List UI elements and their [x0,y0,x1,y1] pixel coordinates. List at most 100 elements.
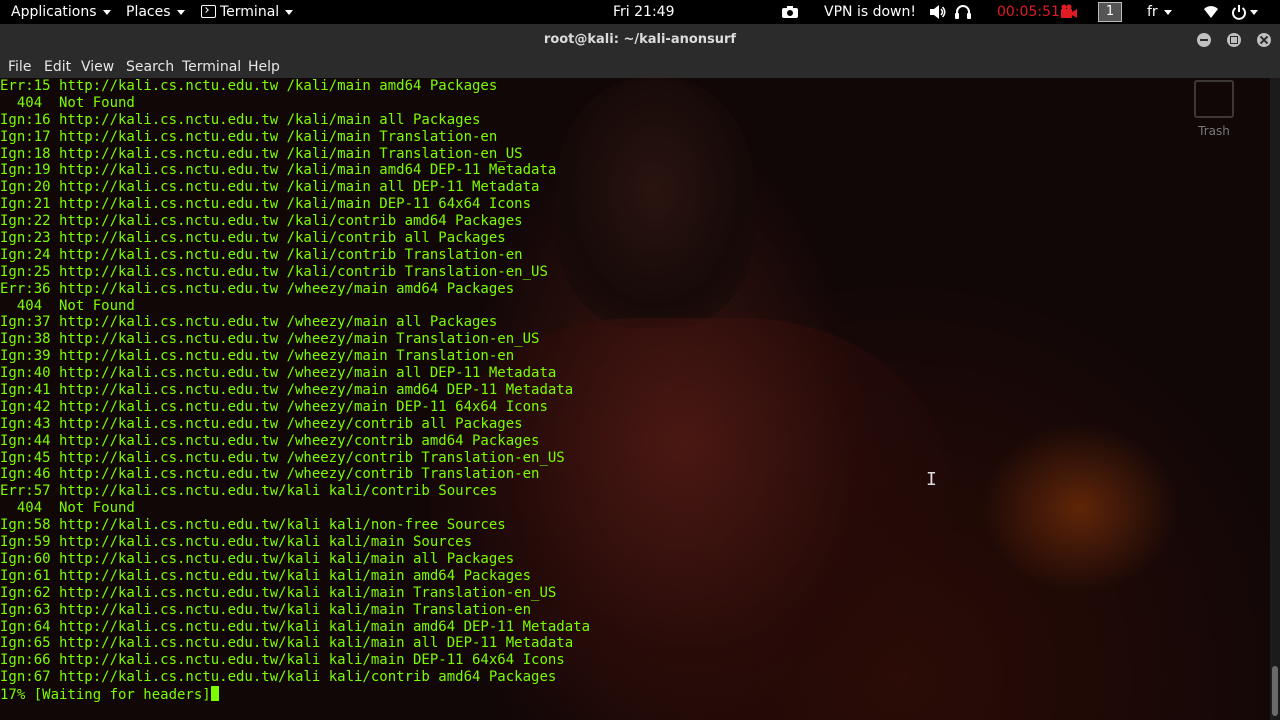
terminal-line-text: 404 Not Found [0,500,135,517]
menu-edit[interactable]: Edit [44,56,71,78]
chevron-down-icon [176,9,185,15]
terminal-line: Ign:25 http://kali.cs.nctu.edu.tw /kali/… [0,264,590,281]
trash-icon [1194,80,1234,118]
terminal-line-text: 17% [Waiting for headers] [0,687,211,704]
terminal-line: Ign:59 http://kali.cs.nctu.edu.tw/kali k… [0,534,590,551]
terminal-line-text: Ign:25 http://kali.cs.nctu.edu.tw /kali/… [0,263,548,280]
terminal-line: Ign:42 http://kali.cs.nctu.edu.tw /wheez… [0,399,590,416]
scrollbar[interactable] [1270,78,1280,720]
terminal-line-text: Ign:16 http://kali.cs.nctu.edu.tw /kali/… [0,111,481,128]
wifi-icon[interactable] [1203,0,1219,24]
terminal-line-text: Ign:41 http://kali.cs.nctu.edu.tw /wheez… [0,382,574,399]
terminal-line: 404 Not Found [0,95,590,112]
minimize-button[interactable] [1197,33,1211,47]
menu-terminal[interactable]: Terminal [182,56,241,78]
terminal-line-text: Ign:46 http://kali.cs.nctu.edu.tw /wheez… [0,466,540,483]
terminal-line: 404 Not Found [0,298,590,315]
terminal-line: Ign:62 http://kali.cs.nctu.edu.tw/kali k… [0,585,590,602]
terminal-line: Ign:67 http://kali.cs.nctu.edu.tw/kali k… [0,669,590,686]
terminal-line: Ign:40 http://kali.cs.nctu.edu.tw /wheez… [0,365,590,382]
menu-file[interactable]: File [8,56,31,78]
record-camera-icon[interactable] [1060,0,1078,24]
power-menu[interactable] [1231,0,1258,24]
terminal-cursor [210,686,219,702]
keyboard-layout[interactable]: fr [1147,0,1172,24]
terminal-line-text: Ign:39 http://kali.cs.nctu.edu.tw /wheez… [0,348,515,365]
terminal-line: Ign:16 http://kali.cs.nctu.edu.tw /kali/… [0,112,590,129]
terminal-line-text: Ign:58 http://kali.cs.nctu.edu.tw/kali k… [0,517,506,534]
terminal-line: Ign:58 http://kali.cs.nctu.edu.tw/kali k… [0,517,590,534]
text-cursor-icon: I [926,469,937,490]
terminal-output[interactable]: Trash Err:15 http://kali.cs.nctu.edu.tw … [0,78,1270,720]
terminal-line: Err:15 http://kali.cs.nctu.edu.tw /kali/… [0,78,590,95]
terminal-line-text: Ign:63 http://kali.cs.nctu.edu.tw/kali k… [0,601,532,618]
terminal-line: Ign:19 http://kali.cs.nctu.edu.tw /kali/… [0,162,590,179]
terminal-line-text: Ign:62 http://kali.cs.nctu.edu.tw/kali k… [0,584,557,601]
terminal-line: Ign:44 http://kali.cs.nctu.edu.tw /wheez… [0,433,590,450]
terminal-lines: Err:15 http://kali.cs.nctu.edu.tw /kali/… [0,78,590,703]
camera-icon[interactable] [781,0,799,24]
terminal-line-text: Ign:18 http://kali.cs.nctu.edu.tw /kali/… [0,145,523,162]
terminal-line-text: Ign:24 http://kali.cs.nctu.edu.tw /kali/… [0,246,523,263]
terminal-line-text: Ign:43 http://kali.cs.nctu.edu.tw /wheez… [0,415,523,432]
terminal-line: Ign:37 http://kali.cs.nctu.edu.tw /wheez… [0,314,590,331]
terminal-line: Ign:21 http://kali.cs.nctu.edu.tw /kali/… [0,196,590,213]
top-panel: Applications Places Terminal Fri 21:49 V… [0,0,1280,24]
terminal-line-text: Ign:40 http://kali.cs.nctu.edu.tw /wheez… [0,365,557,382]
terminal-app-menu[interactable]: Terminal [201,0,294,24]
terminal-line: Ign:20 http://kali.cs.nctu.edu.tw /kali/… [0,179,590,196]
menu-search[interactable]: Search [126,56,174,78]
terminal-line-text: Ign:65 http://kali.cs.nctu.edu.tw/kali k… [0,635,574,652]
close-button[interactable] [1257,33,1271,47]
terminal-line: Err:36 http://kali.cs.nctu.edu.tw /wheez… [0,281,590,298]
applications-menu[interactable]: Applications [11,0,111,24]
window-titlebar[interactable]: root@kali: ~/kali-anonsurf [0,24,1280,56]
power-icon [1232,5,1246,20]
chevron-down-icon [1163,9,1172,15]
terminal-line: Ign:18 http://kali.cs.nctu.edu.tw /kali/… [0,146,590,163]
terminal-line: Ign:41 http://kali.cs.nctu.edu.tw /wheez… [0,382,590,399]
applications-label: Applications [11,4,97,20]
terminal-line-text: Ign:21 http://kali.cs.nctu.edu.tw /kali/… [0,196,532,213]
terminal-line: 17% [Waiting for headers] [0,686,590,703]
terminal-line-text: Ign:23 http://kali.cs.nctu.edu.tw /kali/… [0,230,506,247]
chevron-down-icon [102,9,111,15]
clock[interactable]: Fri 21:49 [613,0,674,24]
terminal-line-text: Err:57 http://kali.cs.nctu.edu.tw/kali k… [0,483,498,500]
workspace-number: 1 [1098,2,1122,22]
terminal-line-text: Ign:64 http://kali.cs.nctu.edu.tw/kali k… [0,618,591,635]
vpn-status[interactable]: VPN is down! [824,0,916,24]
headphones-icon[interactable] [954,0,972,24]
terminal-line-text: Err:36 http://kali.cs.nctu.edu.tw /wheez… [0,280,515,297]
chevron-down-icon [285,9,294,15]
terminal-line-text: Ign:38 http://kali.cs.nctu.edu.tw /wheez… [0,331,540,348]
terminal-line: Ign:45 http://kali.cs.nctu.edu.tw /wheez… [0,450,590,467]
terminal-line-text: Ign:45 http://kali.cs.nctu.edu.tw /wheez… [0,449,565,466]
terminal-line: Ign:61 http://kali.cs.nctu.edu.tw/kali k… [0,568,590,585]
terminal-line-text: Ign:22 http://kali.cs.nctu.edu.tw /kali/… [0,213,523,230]
terminal-line-text: Ign:42 http://kali.cs.nctu.edu.tw /wheez… [0,398,548,415]
terminal-line-text: Ign:67 http://kali.cs.nctu.edu.tw/kali k… [0,669,557,686]
terminal-line-text: Ign:61 http://kali.cs.nctu.edu.tw/kali k… [0,567,532,584]
terminal-line: Ign:63 http://kali.cs.nctu.edu.tw/kali k… [0,602,590,619]
terminal-line: 404 Not Found [0,500,590,517]
maximize-button[interactable] [1227,33,1241,47]
terminal-line: Ign:17 http://kali.cs.nctu.edu.tw /kali/… [0,129,590,146]
trash-label: Trash [1198,124,1230,138]
places-menu[interactable]: Places [126,0,185,24]
desktop-trash: Trash [1192,80,1236,138]
terminal-line: Ign:22 http://kali.cs.nctu.edu.tw /kali/… [0,213,590,230]
volume-icon[interactable] [929,0,947,24]
recording-timer: 00:05:51 [997,4,1060,20]
menubar: File Edit View Search Terminal Help [0,56,1280,78]
menu-help[interactable]: Help [248,56,280,78]
terminal-line: Ign:64 http://kali.cs.nctu.edu.tw/kali k… [0,619,590,636]
terminal-app-label: Terminal [220,4,280,20]
terminal-line-text: Ign:20 http://kali.cs.nctu.edu.tw /kali/… [0,179,540,196]
scrollbar-thumb[interactable] [1272,666,1278,716]
terminal-line-text: 404 Not Found [0,297,135,314]
workspace-indicator[interactable]: 1 [1098,0,1122,24]
terminal-line-text: Ign:19 http://kali.cs.nctu.edu.tw /kali/… [0,162,557,179]
menu-view[interactable]: View [81,56,114,78]
terminal-line-text: Ign:59 http://kali.cs.nctu.edu.tw/kali k… [0,534,473,551]
